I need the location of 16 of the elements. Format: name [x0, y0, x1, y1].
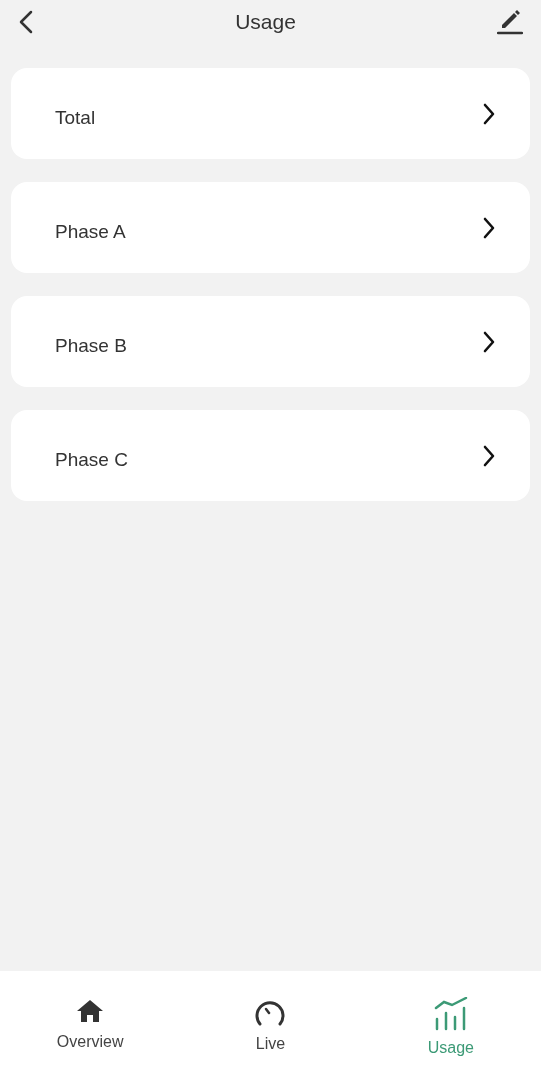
list-item[interactable]: Phase B [11, 296, 530, 387]
list-item[interactable]: Total [11, 68, 530, 159]
nav-tab[interactable]: Overview [0, 997, 181, 1080]
edit-button[interactable] [497, 9, 523, 35]
back-button[interactable] [18, 10, 34, 34]
list-item[interactable]: Phase C [11, 410, 530, 501]
nav-tab[interactable]: Usage [360, 997, 541, 1080]
chevron-icon [482, 102, 496, 125]
nav-tab[interactable]: Live [180, 997, 361, 1080]
chevron-icon [482, 216, 496, 239]
chart-icon [433, 997, 468, 1031]
home-icon [76, 997, 105, 1025]
chevron-icon [482, 330, 496, 353]
list-item[interactable]: Phase A [11, 182, 530, 273]
chevron-icon [482, 444, 496, 467]
page-title: Usage [235, 10, 296, 34]
